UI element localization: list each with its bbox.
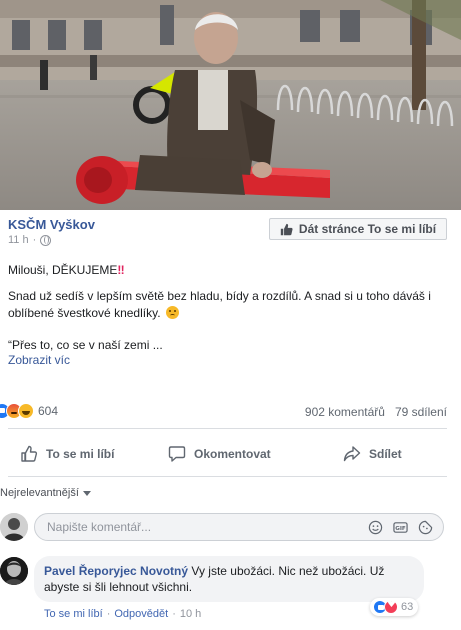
reaction-count: 604: [38, 404, 59, 418]
comment-reaction-count: 63: [401, 601, 414, 613]
comment-button-label: Okomentovat: [194, 447, 271, 461]
double-exclamation-emoji: ‼: [117, 263, 125, 277]
comments-count-link[interactable]: 902 komentářů: [305, 405, 385, 419]
separator-dot: ·: [172, 608, 176, 620]
thumbs-up-outline-icon: [21, 445, 38, 462]
like-page-label: Dát stránce To se mi líbí: [298, 222, 437, 236]
comment-time[interactable]: 10 h: [180, 608, 201, 620]
love-reaction-icon: [384, 599, 398, 614]
divider: [8, 476, 447, 477]
sticker-icon[interactable]: [418, 520, 433, 535]
post-photo[interactable]: [0, 0, 461, 210]
divider: [8, 428, 447, 429]
comment-sort-label: Nejrelevantnější: [0, 487, 79, 499]
post-time[interactable]: 11 h: [8, 234, 29, 246]
post-text-line1: Milouši, DĚKUJEME‼: [8, 262, 447, 279]
avatar-image: [0, 513, 28, 541]
see-more-link[interactable]: Zobrazit víc: [8, 353, 70, 367]
post-text-body: Snad už sedíš v lepším světě bez hladu, …: [8, 289, 431, 320]
share-button[interactable]: Sdílet: [343, 440, 402, 468]
comment-input[interactable]: Napište komentář... GIF: [34, 513, 444, 541]
post-meta: 11 h ·: [8, 234, 52, 246]
like-button[interactable]: To se mi líbí: [20, 440, 114, 468]
comment-reply-link[interactable]: Odpovědět: [114, 608, 168, 620]
gif-icon[interactable]: GIF: [393, 520, 408, 535]
like-page-button[interactable]: Dát stránce To se mi líbí: [269, 218, 447, 240]
comment-author-link[interactable]: Pavel Řeporyjec Novotný: [44, 564, 188, 578]
engagement-counts: 902 komentářů 79 sdílení: [305, 405, 447, 419]
comment-reactions[interactable]: 63: [370, 598, 419, 616]
post-text-greeting: Milouši, DĚKUJEME: [8, 263, 118, 277]
comment-bubble-icon: [168, 446, 186, 462]
post-text-quote: “Přes to, co se v naší zemi ...: [8, 338, 163, 352]
chevron-down-icon: [82, 491, 91, 496]
photo-illustration: [0, 0, 461, 210]
like-button-label: To se mi líbí: [46, 447, 115, 461]
svg-text:GIF: GIF: [395, 526, 406, 532]
comment-input-tools: GIF: [368, 520, 433, 535]
avatar-image: [0, 557, 28, 585]
page-name-link[interactable]: KSČM Vyškov: [8, 217, 95, 232]
comment-actions: To se mi líbí · Odpovědět · 10 h: [44, 608, 201, 620]
comment-sort-dropdown[interactable]: Nejrelevantnější: [0, 487, 91, 499]
share-button-label: Sdílet: [369, 447, 402, 461]
shares-count-link[interactable]: 79 sdílení: [395, 405, 447, 419]
comment-input-placeholder: Napište komentář...: [47, 520, 152, 534]
sad-face-emoji: [165, 306, 179, 319]
comment-button[interactable]: Okomentovat: [168, 440, 271, 468]
meta-separator: ·: [32, 234, 37, 246]
reaction-summary[interactable]: 604: [0, 403, 58, 419]
current-user-avatar[interactable]: [0, 513, 28, 541]
thumbs-up-icon: [280, 223, 293, 235]
share-arrow-icon: [343, 446, 361, 462]
comment-bubble: Pavel Řeporyjec Novotný Vy jste ubožáci.…: [34, 556, 424, 602]
comment-like-link[interactable]: To se mi líbí: [44, 608, 103, 620]
globe-icon: [40, 234, 52, 246]
post-text-paragraph: Snad už sedíš v lepším světě bez hladu, …: [8, 288, 447, 322]
separator-dot: ·: [106, 608, 111, 620]
emoji-icon[interactable]: [368, 520, 383, 535]
commenter-avatar[interactable]: [0, 557, 28, 585]
haha-reaction-icon: [18, 403, 34, 419]
